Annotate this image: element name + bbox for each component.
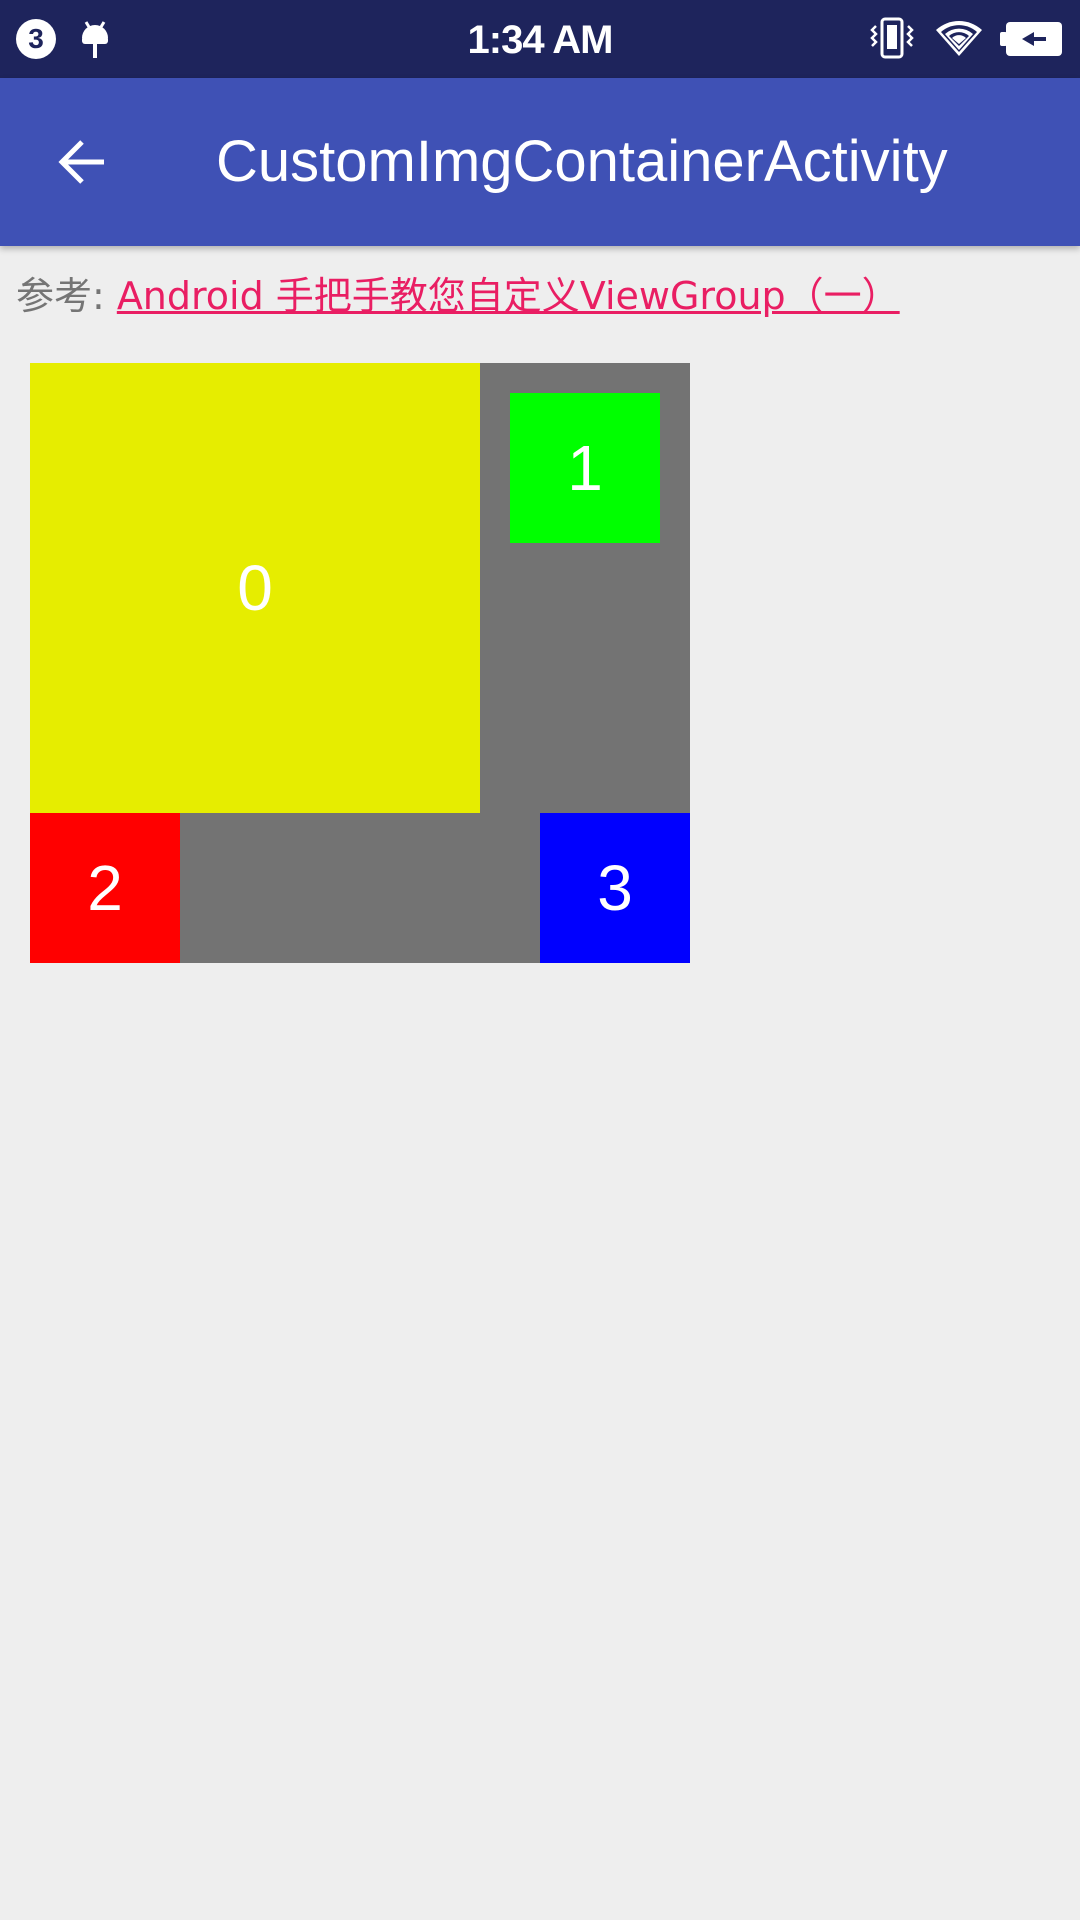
tile-label: 3	[597, 852, 633, 924]
wifi-icon	[936, 21, 982, 56]
battery-charging-icon	[1000, 22, 1062, 56]
app-bar: CustomImgContainerActivity	[0, 78, 1080, 246]
page-title: CustomImgContainerActivity	[216, 129, 948, 194]
back-button[interactable]	[44, 124, 120, 200]
tile-1[interactable]: 1	[510, 393, 660, 543]
tile-0[interactable]: 0	[30, 363, 480, 813]
tile-3[interactable]: 3	[540, 813, 690, 963]
status-bar: 3 1:34 AM	[0, 0, 1080, 78]
tile-2[interactable]: 2	[30, 813, 180, 963]
vibrate-icon	[870, 17, 914, 59]
reference-row: 参考: Android 手把手教您自定义ViewGroup（一）	[16, 262, 900, 322]
custom-img-container: 0 1 2 3	[30, 363, 690, 963]
tile-label: 0	[237, 552, 273, 624]
reference-link[interactable]: Android 手把手教您自定义ViewGroup（一）	[117, 265, 900, 320]
reference-label: 参考:	[16, 273, 105, 318]
arrow-back-icon	[58, 140, 104, 184]
tile-label: 1	[567, 432, 603, 504]
status-time: 1:34 AM	[467, 18, 614, 62]
tile-label: 2	[87, 852, 123, 924]
